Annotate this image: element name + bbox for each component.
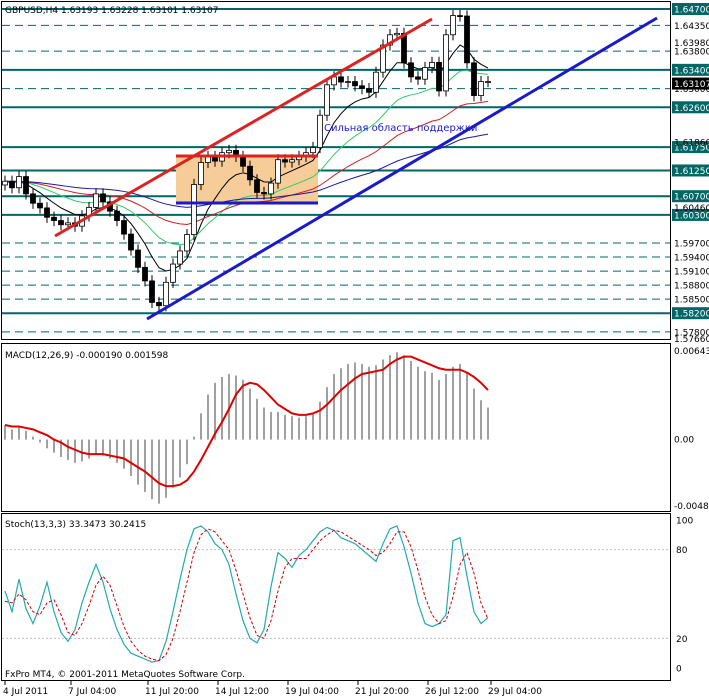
price-tick-label: 1.63980 xyxy=(674,39,709,49)
candle-body xyxy=(121,220,127,235)
candle-body xyxy=(457,15,463,17)
candle-body xyxy=(478,81,484,96)
price-tick-label: 1.60700 xyxy=(674,193,709,203)
candle-body xyxy=(184,234,190,252)
stoch-label: Stoch(13,3,3) 33.3473 30.2415 xyxy=(5,520,146,530)
candle-body xyxy=(436,61,442,92)
candle-body xyxy=(485,81,491,83)
price-tick-label: 1.59400 xyxy=(674,254,709,264)
candle-body xyxy=(408,62,414,78)
candle-body xyxy=(2,180,8,186)
candle-body xyxy=(198,162,204,185)
candle-body xyxy=(415,76,421,80)
price-tick-label: 1.58500 xyxy=(674,296,709,306)
candle-body xyxy=(352,81,358,87)
stoch-pane xyxy=(1,513,671,681)
price-tick-label: 1.63400 xyxy=(674,66,709,76)
candle-body xyxy=(310,147,316,154)
time-tick-label: 11 Jul 20:00 xyxy=(145,687,199,697)
candle-body xyxy=(247,165,253,181)
candle-body xyxy=(429,61,435,68)
candle-body xyxy=(450,15,456,36)
candle-body xyxy=(93,193,99,208)
candle-body xyxy=(268,182,274,195)
price-tick-label: 1.57660 xyxy=(674,335,709,345)
price-tick-label: 1.60460 xyxy=(674,204,709,214)
candle-body xyxy=(317,114,323,148)
candle-body xyxy=(359,85,365,89)
candle-body xyxy=(226,149,232,154)
price-tick-label: 1.59100 xyxy=(674,268,709,278)
time-tick-label: 4 Jul 2011 xyxy=(3,687,48,697)
symbol-header: GBPUSD,H4 1.63193 1.63228 1.63101 1.6310… xyxy=(5,6,218,16)
time-tick-label: 7 Jul 04:00 xyxy=(68,687,117,697)
candle-body xyxy=(9,180,15,189)
candle-body xyxy=(471,62,477,96)
candle-body xyxy=(394,32,400,36)
price-tick-label: 1.58800 xyxy=(674,282,709,292)
candle-body xyxy=(58,220,64,226)
candle-body xyxy=(275,159,281,184)
macd-tick-label: 0.00 xyxy=(674,436,694,446)
price-tick-label: 1.61250 xyxy=(674,167,709,177)
candle-body xyxy=(373,71,379,93)
price-tick-label: 1.64350 xyxy=(674,22,709,32)
price-tick-label: 1.59700 xyxy=(674,240,709,250)
candle-body xyxy=(254,179,260,193)
candle-body xyxy=(177,250,183,265)
stoch-tick-label: 20 xyxy=(676,635,688,645)
time-tick-label: 14 Jul 12:00 xyxy=(215,687,269,697)
candle-body xyxy=(422,67,428,80)
time-tick-label: 19 Jul 04:00 xyxy=(285,687,339,697)
candle-body xyxy=(16,176,22,189)
price-tick-label: 1.64700 xyxy=(674,6,709,16)
time-tick-label: 21 Jul 20:00 xyxy=(355,687,409,697)
stoch-tick-label: 100 xyxy=(676,517,693,527)
candle-body xyxy=(366,88,372,93)
candle-body xyxy=(100,193,106,203)
macd-tick-label: -0.00484 xyxy=(674,502,709,512)
macd-pane xyxy=(1,343,671,512)
candle-body xyxy=(261,192,267,195)
candle-body xyxy=(240,156,246,167)
price-tick-label: 1.62600 xyxy=(674,104,709,114)
macd-label: MACD(12,26,9) -0.000190 0.001598 xyxy=(5,351,168,361)
candle-body xyxy=(51,216,57,221)
candle-body xyxy=(44,207,50,218)
candle-body xyxy=(338,76,344,83)
candle-body xyxy=(289,159,295,163)
time-tick-label: 26 Jul 12:00 xyxy=(425,687,479,697)
forex-chart: Сильная область поддержки 1.64700 1.64350… xyxy=(1,1,709,697)
consolidation-zone xyxy=(176,157,318,203)
candle-body xyxy=(345,81,351,83)
candle-body xyxy=(135,249,141,268)
candle-body xyxy=(23,176,29,195)
price-tick-label: 1.61860 xyxy=(674,138,709,148)
candle-body xyxy=(149,280,155,303)
candle-body xyxy=(324,84,330,116)
candle-body xyxy=(170,263,176,283)
macd-tick-label: 0.00643 xyxy=(674,347,709,357)
candle-body xyxy=(128,233,134,251)
candle-body xyxy=(282,159,288,163)
candle-body xyxy=(443,34,449,92)
candle-body xyxy=(37,202,43,209)
stoch-tick-label: 0 xyxy=(676,665,682,675)
candle-body xyxy=(191,184,197,235)
candle-body xyxy=(156,302,162,307)
stoch-tick-label: 80 xyxy=(676,546,688,556)
current-price-label: 1.63107 xyxy=(674,80,709,90)
candle-body xyxy=(163,281,169,307)
candle-body xyxy=(114,210,120,221)
support-zone-annotation: Сильная область поддержки xyxy=(324,123,477,134)
price-tick-label: 1.58200 xyxy=(674,310,709,320)
candle-body xyxy=(65,222,71,226)
copyright-text: FxPro MT4, © 2001-2011 MetaQuotes Softwa… xyxy=(5,670,245,680)
candle-body xyxy=(464,15,470,64)
time-tick-label: 29 Jul 04:00 xyxy=(488,687,542,697)
candle-body xyxy=(142,266,148,282)
candle-body xyxy=(30,193,36,204)
